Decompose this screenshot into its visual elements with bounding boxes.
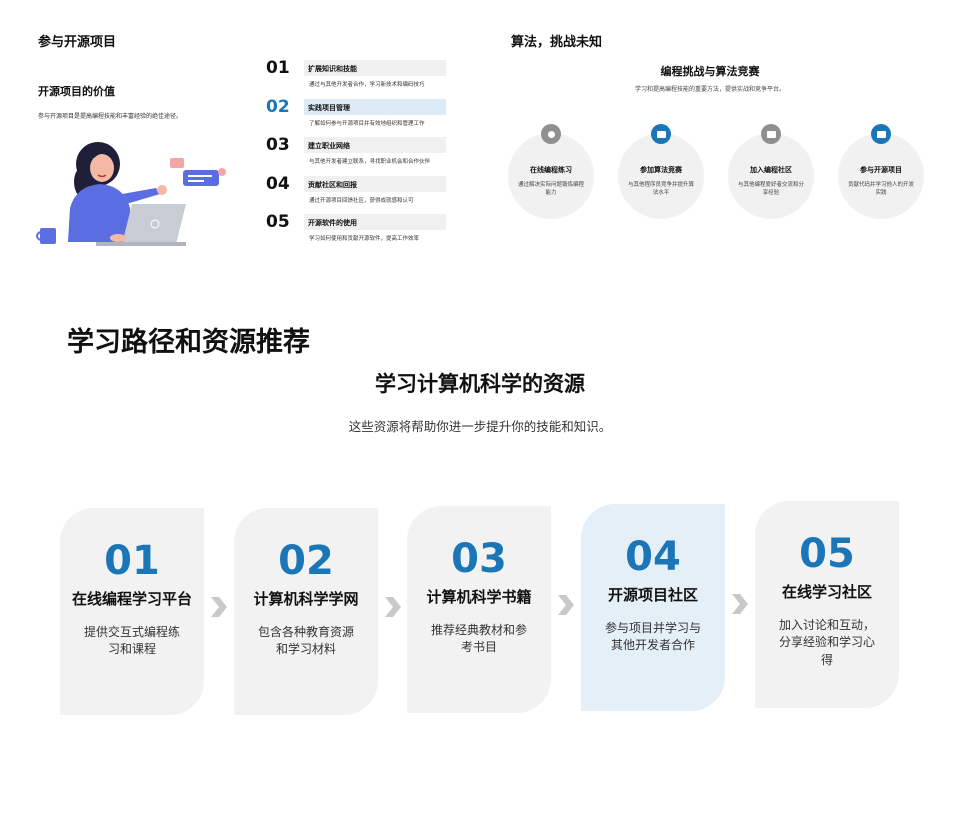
value-item-heading: 开源软件的使用 (304, 214, 446, 230)
resource-card-number: 01 (104, 538, 160, 584)
challenge-card-label: 加入编程社区 (750, 166, 792, 174)
value-item-heading: 贡献社区和回报 (304, 175, 446, 192)
resource-card: 01 在线编程学习平台 提供交互式编程练习和课程 (60, 508, 204, 715)
image-icon (651, 124, 671, 144)
value-list: 01 扩展知识和技能 通过与其他开发者合作，学习新技术和编码技巧 02 实践项目… (266, 58, 448, 251)
value-item-body: 了解如何参与开源项目并有效地组织和管理工作 (309, 120, 425, 127)
slide1-subtitle: 开源项目的价值 (38, 85, 115, 98)
challenge-card: 参与开源项目 贡献代码并学习他人的开发实践 (838, 124, 924, 219)
resource-card: 03 计算机科学书籍 推荐经典教材和参考书目 (407, 506, 551, 713)
value-item-body: 通过开源项目回馈社区，获得成就感和认可 (309, 197, 414, 204)
resource-card-title: 在线编程学习平台 (71, 590, 192, 608)
slide3-description: 这些资源将帮助你进一步提升你的技能和知识。 (348, 419, 612, 434)
challenge-card: 参加算法竞赛 与其他程序员竞争并提升算法水平 (618, 124, 704, 219)
challenge-card-label: 参与开源项目 (860, 166, 902, 174)
value-item-heading: 实践项目管理 (304, 98, 446, 115)
slide2-description: 学习和提高编程技能的重要方法，提供实战和竞争平台。 (634, 86, 785, 93)
resource-card-desc: 包含各种教育资源和学习材料 (257, 625, 354, 657)
value-item-heading: 扩展知识和技能 (304, 60, 446, 76)
value-item: 01 扩展知识和技能 通过与其他开发者合作，学习新技术和编码技巧 (266, 58, 448, 97)
woman-laptop-illustration (36, 142, 226, 246)
slide1-title: 参与开源项目 (38, 35, 117, 50)
resource-card: 04 开源项目社区 参与项目并学习与其他开发者合作 (581, 504, 725, 711)
challenge-card-label: 在线编程练习 (530, 166, 572, 174)
resource-card-desc: 推荐经典教材和参考书目 (430, 623, 527, 655)
value-item: 04 贡献社区和回报 通过开源项目回馈社区，获得成就感和认可 (266, 174, 448, 213)
resource-card-title: 在线学习社区 (781, 583, 872, 601)
value-item-body: 学习如何使用和贡献开源软件，提高工作效率 (309, 236, 420, 242)
slide2-subtitle: 编程挑战与算法竞赛 (660, 65, 760, 78)
value-item-number: 03 (266, 135, 290, 155)
challenge-card-desc: 通过解决实际问题锻炼编程能力 (518, 182, 585, 197)
value-item-number: 04 (266, 173, 290, 194)
resource-card: 02 计算机科学学网 包含各种教育资源和学习材料 (234, 508, 378, 715)
resource-card-desc: 加入讨论和互动，分享经验和学习心得 (778, 618, 875, 667)
challenge-card-desc: 贡献代码并学习他人的开发实践 (848, 182, 915, 197)
folder-icon (761, 124, 781, 144)
resource-card-number: 04 (625, 534, 681, 580)
resource-card: 05 在线学习社区 加入讨论和互动，分享经验和学习心得 (755, 501, 899, 708)
challenge-card-desc: 与其他编程爱好者交流和分享经验 (738, 182, 805, 197)
value-item: 05 开源软件的使用 学习如何使用和贡献开源软件，提高工作效率 (266, 212, 448, 251)
value-item: 02 实践项目管理 了解如何参与开源项目并有效地组织和管理工作 (266, 97, 448, 136)
value-item-number: 05 (266, 212, 290, 232)
resource-card-number: 05 (799, 531, 855, 577)
target-icon (541, 124, 561, 144)
resource-card-desc: 参与项目并学习与其他开发者合作 (604, 621, 701, 653)
challenge-card: 在线编程练习 通过解决实际问题锻炼编程能力 (508, 124, 594, 219)
slide3-subtitle: 学习计算机科学的资源 (375, 372, 585, 396)
value-item-body: 通过与其他开发者合作，学习新技术和编码技巧 (309, 82, 425, 88)
value-item-number: 02 (266, 96, 290, 117)
resource-card-number: 02 (278, 538, 334, 584)
resource-card-desc: 提供交互式编程练习和课程 (83, 625, 180, 657)
value-item-body: 与其他开发者建立联系，寻找职业机会和合作伙伴 (309, 159, 431, 165)
resource-card-title: 计算机科学学网 (253, 590, 359, 608)
resource-card-number: 03 (451, 536, 507, 582)
car-icon (871, 124, 891, 144)
challenge-card: 加入编程社区 与其他编程爱好者交流和分享经验 (728, 124, 814, 219)
slide1-description: 参与开源项目是提高编程技能和丰富经验的绝佳途径。 (38, 113, 183, 120)
challenge-card-desc: 与其他程序员竞争并提升算法水平 (628, 182, 695, 197)
value-item: 03 建立职业网络 与其他开发者建立联系，寻找职业机会和合作伙伴 (266, 135, 448, 174)
resource-card-title: 计算机科学书籍 (426, 588, 532, 606)
slide2-title: 算法，挑战未知 (511, 35, 603, 50)
resource-card-title: 开源项目社区 (607, 586, 698, 604)
value-item-number: 01 (266, 58, 290, 78)
challenge-card-label: 参加算法竞赛 (640, 166, 682, 174)
slide3-title: 学习路径和资源推荐 (67, 327, 310, 358)
value-item-heading: 建立职业网络 (304, 137, 446, 153)
